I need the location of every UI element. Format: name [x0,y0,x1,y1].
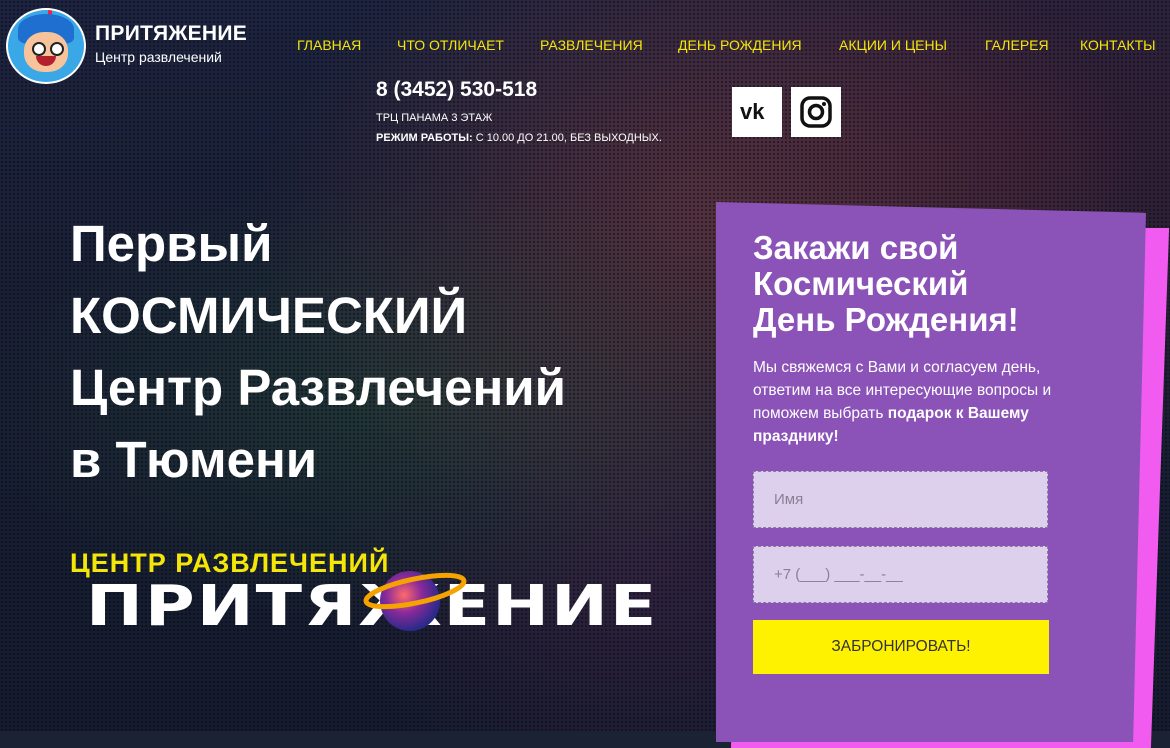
hours-label: РЕЖИМ РАБОТЫ: [376,132,473,144]
booking-description: Мы свяжемся с Вами и согласуем день, отв… [753,356,1093,448]
booking-title-line: Космический [753,265,969,302]
nav-item-gallery[interactable]: ГАЛЕРЕЯ [985,37,1049,53]
vk-link[interactable]: vk [732,87,782,137]
address-text: ТРЦ ПАНАМА 3 ЭТАЖ [376,112,493,124]
nav-item-features[interactable]: ЧТО ОТЛИЧАЕТ [397,37,504,53]
booking-title: Закажи свой Космический День Рождения! [753,230,1019,338]
hero-line: КОСМИЧЕСКИЙ [70,287,468,344]
hero-line: Первый [70,215,273,272]
hero-heading: Первый КОСМИЧЕСКИЙ Центр Развлечений в Т… [70,208,566,496]
booking-title-line: Закажи свой [753,229,959,266]
nav-item-entertainment[interactable]: РАЗВЛЕЧЕНИЯ [540,37,643,53]
nav-item-birthday[interactable]: ДЕНЬ РОЖДЕНИЯ [678,37,802,53]
phone-field[interactable] [753,546,1048,603]
vk-icon: vk [740,102,765,122]
working-hours: РЕЖИМ РАБОТЫ: С 10.00 ДО 21.00, БЕЗ ВЫХО… [376,132,662,144]
nav-item-home[interactable]: ГЛАВНАЯ [297,37,361,53]
phone-number[interactable]: 8 (3452) 530-518 [376,78,537,102]
instagram-icon [800,96,832,128]
name-field[interactable] [753,471,1048,528]
hero-line: в Тюмени [70,431,318,488]
instagram-link[interactable] [791,87,841,137]
hours-value: С 10.00 ДО 21.00, БЕЗ ВЫХОДНЫХ. [472,132,662,144]
nav-item-contacts[interactable]: КОНТАКТЫ [1080,37,1156,53]
main-nav: ГЛАВНАЯ ЧТО ОТЛИЧАЕТ РАЗВЛЕЧЕНИЯ ДЕНЬ РО… [0,37,1170,57]
hero-line: Центр Развлечений [70,359,567,416]
booking-title-line: День Рождения! [753,301,1019,338]
planet-icon [363,571,467,631]
svg-text:vk: vk [740,102,765,122]
nav-item-promotions[interactable]: АКЦИИ И ЦЕНЫ [839,37,947,53]
book-button[interactable]: ЗАБРОНИРОВАТЬ! [753,620,1049,674]
